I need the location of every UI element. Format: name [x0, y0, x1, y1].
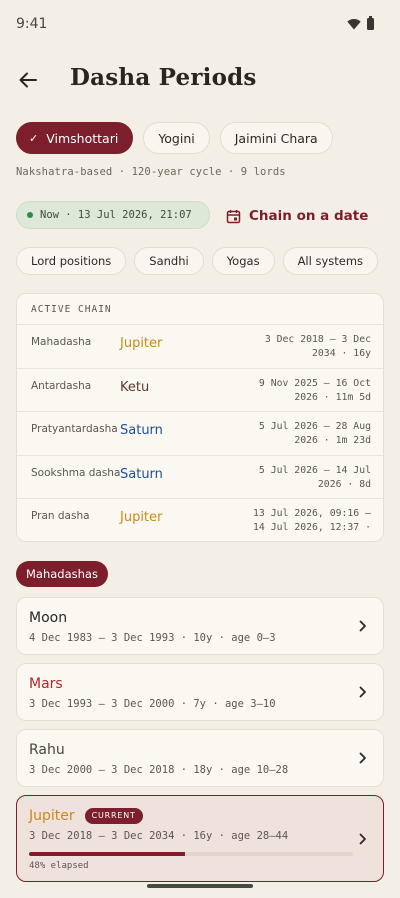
chain-range: 5 Jul 2026 – 28 Aug 2026 · 1m 23d — [221, 420, 371, 448]
chain-level: Antardasha — [31, 379, 92, 392]
filter-chips: Lord positions Sandhi Yogas All systems — [16, 247, 379, 275]
mahadasha-lord: Mars — [29, 676, 63, 692]
chain-level: Sookshma dasha — [31, 466, 121, 479]
back-button[interactable] — [14, 66, 42, 94]
now-pill[interactable]: Now · 13 Jul 2026, 21:07 — [16, 201, 210, 229]
chip-label: All systems — [297, 254, 364, 268]
mahadasha-lord: Jupiter — [29, 808, 75, 824]
chip-label: Vimshottari — [46, 130, 119, 146]
mahadasha-range: 3 Dec 2018 – 3 Dec 2034 · 16y · age 28–4… — [29, 830, 289, 842]
mahadasha-card-moon[interactable]: Moon 4 Dec 1983 – 3 Dec 1993 · 10y · age… — [16, 597, 384, 655]
mahadasha-lord: Rahu — [29, 742, 65, 758]
chevron-right-icon — [359, 686, 366, 698]
chain-range-line: 13 Jul 2026, 09:16 – — [253, 508, 371, 519]
chip-vimshottari[interactable]: ✓ Vimshottari — [16, 122, 134, 154]
status-bar: 9:41 — [0, 0, 400, 50]
chain-level: Mahadasha — [31, 336, 92, 348]
chain-range: 9 Nov 2025 – 16 Oct 2026 · 11m 5d — [221, 377, 371, 405]
mahadasha-card-jupiter[interactable]: Jupiter CURRENT 3 Dec 2018 – 3 Dec 2034 ·… — [16, 795, 384, 882]
chain-row[interactable]: Pran dasha Jupiter 13 Jul 2026, 09:16 – … — [17, 499, 383, 541]
arrow-left-icon — [19, 72, 37, 88]
current-badge: CURRENT — [84, 807, 143, 824]
chain-button-label: Chain on a date — [249, 208, 369, 224]
progress-fill — [29, 852, 185, 856]
page-title: Dasha Periods — [70, 64, 257, 91]
mahadasha-card-rahu[interactable]: Rahu 3 Dec 2000 – 3 Dec 2018 · 18y · age… — [16, 729, 384, 787]
active-chain-card: ACTIVE CHAIN Mahadasha Jupiter 3 Dec 201… — [16, 293, 384, 542]
chip-label: Lord positions — [31, 254, 112, 268]
chevron-right-icon — [359, 752, 366, 764]
progress-bar — [29, 852, 353, 856]
chain-level: Pran dasha — [31, 510, 90, 522]
chain-row[interactable]: Mahadasha Jupiter 3 Dec 2018 – 3 Dec 203… — [17, 325, 383, 369]
check-icon: ✓ — [29, 131, 39, 145]
chain-range-line: 9 Nov 2025 – 16 Oct — [258, 377, 371, 389]
chain-range-line: 2026 · 8d — [317, 478, 371, 490]
chip-yogini[interactable]: Yogini — [143, 122, 210, 154]
chip-label: Yogas — [226, 254, 260, 268]
chain-range-line: 3 Dec 2018 – 3 Dec — [264, 334, 371, 345]
chain-row[interactable]: Pratyantardasha Saturn 5 Jul 2026 – 28 A… — [17, 412, 383, 456]
chain-row[interactable]: Antardasha Ketu 9 Nov 2025 – 16 Oct 2026… — [17, 369, 383, 412]
chain-range-line: 5 Jul 2026 – 14 Jul — [258, 464, 371, 476]
mahadasha-title: Jupiter CURRENT — [29, 807, 143, 826]
chain-range-line: 2034 · 16y — [312, 348, 371, 359]
chain-range: 13 Jul 2026, 09:16 – 14 Jul 2026, 12:37 … — [221, 507, 371, 535]
chain-lord: Jupiter — [120, 510, 163, 525]
mahadasha-card-mars[interactable]: Mars 3 Dec 1993 – 3 Dec 2000 · 7y · age … — [16, 663, 384, 721]
chain-row[interactable]: Sookshma dasha Saturn 5 Jul 2026 – 14 Ju… — [17, 456, 383, 499]
chevron-right-icon — [359, 620, 366, 632]
status-time: 9:41 — [16, 16, 48, 32]
mahadasha-range: 3 Dec 1993 – 3 Dec 2000 · 7y · age 3–10 — [29, 698, 276, 710]
status-icons — [347, 16, 374, 30]
chain-on-date-button[interactable]: Chain on a date — [226, 204, 368, 228]
chip-yogas[interactable]: Yogas — [211, 247, 275, 275]
chevron-right-icon — [359, 833, 366, 844]
chip-lord-positions[interactable]: Lord positions — [16, 247, 127, 275]
chain-range-line: 2026 · 1m 23d — [294, 435, 371, 446]
top-app-bar: Dasha Periods — [0, 60, 400, 102]
chain-range-line: 5 Jul 2026 – 28 Aug — [258, 421, 371, 432]
chain-range-line: 14 Jul 2026, 12:37 · — [253, 522, 371, 533]
battery-icon — [367, 16, 374, 30]
active-chain-title: ACTIVE CHAIN — [17, 294, 383, 325]
dasha-system-selector: ✓ Vimshottari Yogini Jaimini Chara — [16, 122, 333, 154]
chain-range: 3 Dec 2018 – 3 Dec 2034 · 16y — [221, 333, 371, 361]
chain-range-line: 2026 · 11m 5d — [294, 391, 371, 403]
mahadashas-section-label: Mahadashas — [16, 561, 108, 587]
mahadasha-range: 3 Dec 2000 – 3 Dec 2018 · 18y · age 10–2… — [29, 764, 289, 776]
home-indicator — [147, 884, 253, 888]
live-dot-icon — [27, 212, 33, 218]
calendar-icon — [226, 209, 241, 223]
chain-level: Pratyantardasha — [31, 423, 118, 435]
chip-label: Sandhi — [149, 254, 189, 268]
system-description: Nakshatra-based · 120-year cycle · 9 lor… — [16, 166, 286, 178]
chain-lord: Ketu — [120, 379, 150, 395]
mahadasha-range: 4 Dec 1983 – 3 Dec 1993 · 10y · age 0–3 — [29, 632, 276, 644]
chip-all-systems[interactable]: All systems — [282, 247, 379, 275]
elapsed-text: 48% elapsed — [29, 861, 89, 871]
chain-lord: Jupiter — [120, 336, 163, 351]
now-text: Now · 13 Jul 2026, 21:07 — [40, 209, 192, 221]
mahadasha-lord: Moon — [29, 610, 68, 626]
chain-lord: Saturn — [120, 423, 163, 438]
chain-range: 5 Jul 2026 – 14 Jul 2026 · 8d — [221, 464, 371, 492]
chip-jaimini-chara[interactable]: Jaimini Chara — [219, 122, 333, 154]
wifi-icon — [347, 19, 361, 30]
chain-lord: Saturn — [120, 466, 163, 482]
chip-label: Jaimini Chara — [234, 130, 318, 146]
chip-label: Yogini — [158, 130, 195, 146]
chip-sandhi[interactable]: Sandhi — [134, 247, 204, 275]
